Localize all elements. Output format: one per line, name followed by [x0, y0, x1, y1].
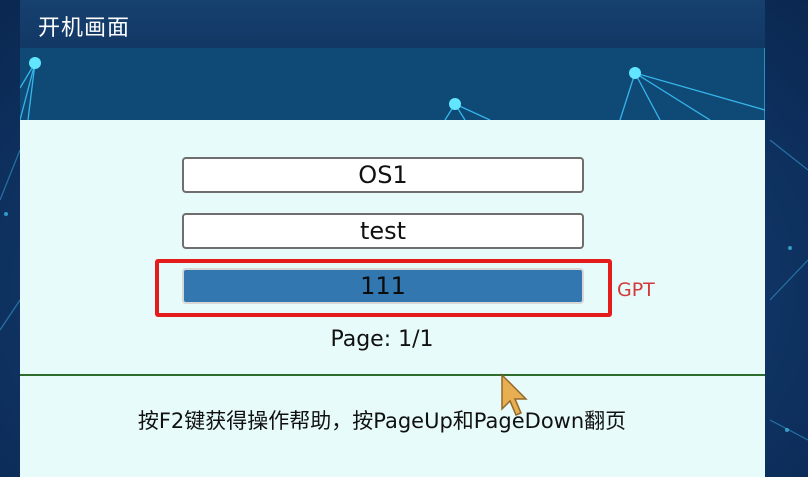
window-title: 开机画面 [38, 16, 131, 41]
page-indicator: Page: 1/1 [330, 327, 434, 352]
boot-option-test[interactable]: test [182, 213, 584, 249]
boot-selection-panel: OS1 test 111 GPT Page: 1/1 按F2键获得操作帮助，按P… [20, 120, 765, 477]
banner-network-graphic [20, 48, 765, 120]
boot-option-os1[interactable]: OS1 [182, 157, 584, 193]
mouse-pointer-icon [501, 373, 528, 416]
help-hint-text: 按F2键获得操作帮助，按PageUp和PageDown翻页 [137, 409, 627, 433]
selection-highlight-frame [155, 259, 612, 317]
title-bar: 开机画面 [20, 0, 765, 48]
header-banner [20, 48, 765, 120]
divider-line [20, 374, 765, 376]
partition-type-tag: GPT [617, 279, 655, 301]
